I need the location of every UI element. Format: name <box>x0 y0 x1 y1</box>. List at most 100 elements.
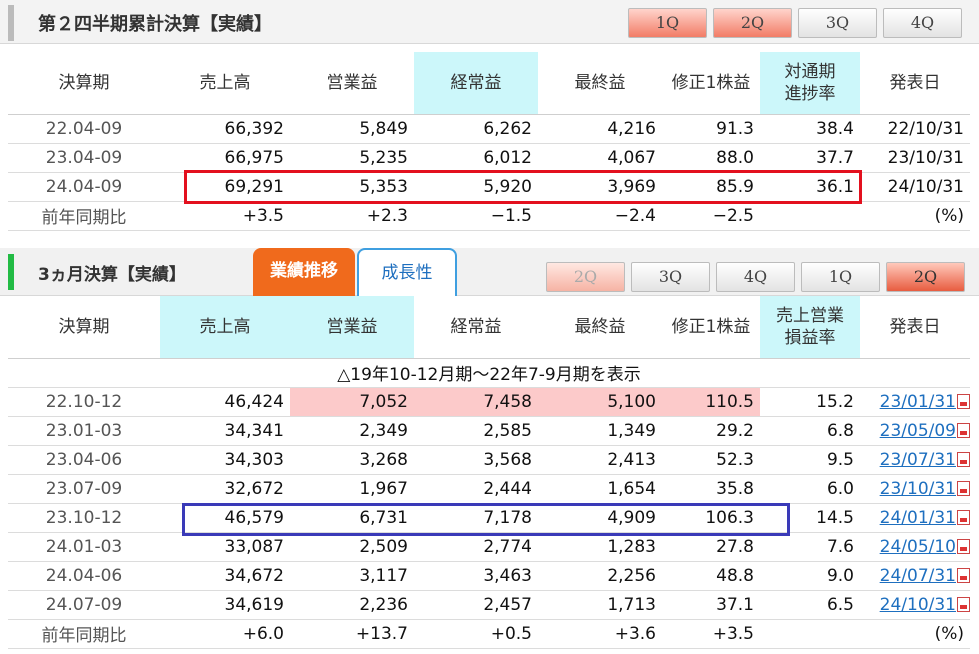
cell-announce-date[interactable]: 24/07/31 <box>860 561 970 591</box>
announce-date: 23/10/31 <box>887 147 964 168</box>
section2-header: 3ヵ月決算【実績】 業績推移 成長性 2Q 3Q 4Q 1Q 2Q <box>0 248 979 296</box>
announce-date-link[interactable]: 24/10/31 <box>880 595 956 615</box>
cell-ord: 3,463 <box>414 561 538 591</box>
cell-announce-date[interactable]: 23/01/31 <box>860 387 970 417</box>
section2-quarter-tab-2[interactable]: 4Q <box>716 262 795 292</box>
header-eps: 修正1株益 <box>662 52 760 115</box>
header-ordinary-profit: 経常益 <box>414 52 538 115</box>
announce-date-link[interactable]: 24/05/10 <box>880 537 956 557</box>
section2-table: 決算期 売上高 営業益 経常益 最終益 修正1株益 売上営業 損益率 発表日 △19年10-1… <box>8 296 970 649</box>
cell-eps: 91.3 <box>662 114 760 144</box>
cell-eps: 29.2 <box>662 416 760 446</box>
pdf-icon[interactable] <box>957 538 970 554</box>
cell-ratio: 14.5 <box>760 503 860 533</box>
announce-date-link[interactable]: 23/07/31 <box>880 450 956 470</box>
cell-net: 5,100 <box>538 387 662 417</box>
section2-accent-bar <box>8 254 14 290</box>
pdf-icon[interactable] <box>957 567 970 583</box>
cell-ratio: 36.1 <box>760 172 860 202</box>
cell-sales: 69,291 <box>160 172 290 202</box>
header-announce-date: 発表日 <box>860 52 970 115</box>
cell-eps: 110.5 <box>662 387 760 417</box>
yoy-eps: −2.5 <box>662 201 760 231</box>
cell-eps: 85.9 <box>662 172 760 202</box>
cell-ratio: 7.6 <box>760 532 860 562</box>
table-row: 23.04-09 66,975 5,235 6,012 4,067 88.0 37.7 23/… <box>8 143 970 173</box>
cell-announce-date[interactable]: 23/10/31 <box>860 474 970 504</box>
announce-date-link[interactable]: 23/05/09 <box>880 421 956 441</box>
show-older-periods-row[interactable]: △19年10-12月期～22年7-9月期を表示 <box>8 358 970 388</box>
pdf-icon[interactable] <box>957 480 970 496</box>
header-ratio: 売上営業 損益率 <box>760 296 860 359</box>
section2-quarter-tab-4[interactable]: 2Q <box>886 262 965 292</box>
cell-announce-date[interactable]: 23/07/31 <box>860 445 970 475</box>
pdf-icon[interactable] <box>957 596 970 612</box>
announce-date-link[interactable]: 24/07/31 <box>880 566 956 586</box>
show-older-periods-link[interactable]: △19年10-12月期～22年7-9月期を表示 <box>8 358 970 388</box>
cell-period: 23.07-09 <box>8 474 160 504</box>
cell-ratio: 6.5 <box>760 590 860 620</box>
section2-quarter-tab-0[interactable]: 2Q <box>546 262 625 292</box>
tab-growth[interactable]: 成長性 <box>357 248 457 296</box>
pdf-icon[interactable] <box>957 422 970 438</box>
yoy-ratio <box>760 619 860 649</box>
section1-quarter-tab-1[interactable]: 2Q <box>713 8 792 38</box>
yoy-net: −2.4 <box>538 201 662 231</box>
announce-date-link[interactable]: 23/10/31 <box>880 479 956 499</box>
yoy-unit: (%) <box>860 201 970 231</box>
cell-period: 24.01-03 <box>8 532 160 562</box>
pdf-icon[interactable] <box>957 509 970 525</box>
header-announce-date: 発表日 <box>860 296 970 359</box>
yoy-ord: −1.5 <box>414 201 538 231</box>
section1-quarter-tab-3[interactable]: 4Q <box>883 8 962 38</box>
cell-sales: 33,087 <box>160 532 290 562</box>
section1-header: 第２四半期累計決算【実績】 1Q 2Q 3Q 4Q <box>0 0 979 44</box>
header-operating-profit: 営業益 <box>290 52 414 115</box>
cell-net: 4,067 <box>538 143 662 173</box>
header-period: 決算期 <box>8 296 160 359</box>
table-row: 22.04-09 66,392 5,849 6,262 4,216 91.3 38.4 22/… <box>8 114 970 144</box>
cell-eps: 106.3 <box>662 503 760 533</box>
cell-sales: 34,341 <box>160 416 290 446</box>
header-period: 決算期 <box>8 52 160 115</box>
tab-performance-trend[interactable]: 業績推移 <box>253 248 355 296</box>
cell-ord: 2,585 <box>414 416 538 446</box>
header-ordinary-profit: 経常益 <box>414 296 538 359</box>
section1-quarter-tab-2[interactable]: 3Q <box>798 8 877 38</box>
table-row: 22.10-12 46,424 7,052 7,458 5,100 110.5 15.2 23… <box>8 387 970 417</box>
announce-date: 22/10/31 <box>887 118 964 139</box>
cell-announce-date[interactable]: 24/01/31 <box>860 503 970 533</box>
cell-announce-date[interactable]: 23/05/09 <box>860 416 970 446</box>
cell-ratio: 6.8 <box>760 416 860 446</box>
section1-quarter-tab-0[interactable]: 1Q <box>628 8 707 38</box>
cell-ratio: 9.5 <box>760 445 860 475</box>
cell-ord: 2,444 <box>414 474 538 504</box>
announce-date-link[interactable]: 23/01/31 <box>880 392 956 412</box>
cell-sales: 66,392 <box>160 114 290 144</box>
cell-op: 5,235 <box>290 143 414 173</box>
cell-announce-date[interactable]: 24/10/31 <box>860 590 970 620</box>
announce-date-link[interactable]: 24/01/31 <box>880 508 956 528</box>
cell-op: 3,117 <box>290 561 414 591</box>
cell-ratio: 9.0 <box>760 561 860 591</box>
cell-net: 4,909 <box>538 503 662 533</box>
cell-announce-date[interactable]: 24/05/10 <box>860 532 970 562</box>
pdf-icon[interactable] <box>957 393 970 409</box>
yoy-op: +13.7 <box>290 619 414 649</box>
section2-quarter-tab-1[interactable]: 3Q <box>631 262 710 292</box>
yoy-sales: +3.5 <box>160 201 290 231</box>
yoy-unit: (%) <box>860 619 970 649</box>
cell-net: 1,349 <box>538 416 662 446</box>
cell-op: 3,268 <box>290 445 414 475</box>
table-row: 24.04-09 69,291 5,353 5,920 3,969 85.9 36.1 24/… <box>8 172 970 202</box>
cell-op: 2,349 <box>290 416 414 446</box>
cell-op: 1,967 <box>290 474 414 504</box>
yoy-net: +3.6 <box>538 619 662 649</box>
section2-quarter-tab-3[interactable]: 1Q <box>801 262 880 292</box>
header-sales: 売上高 <box>160 296 290 359</box>
cell-ratio: 38.4 <box>760 114 860 144</box>
cell-net: 2,256 <box>538 561 662 591</box>
cell-eps: 27.8 <box>662 532 760 562</box>
yoy-ratio <box>760 201 860 231</box>
pdf-icon[interactable] <box>957 451 970 467</box>
